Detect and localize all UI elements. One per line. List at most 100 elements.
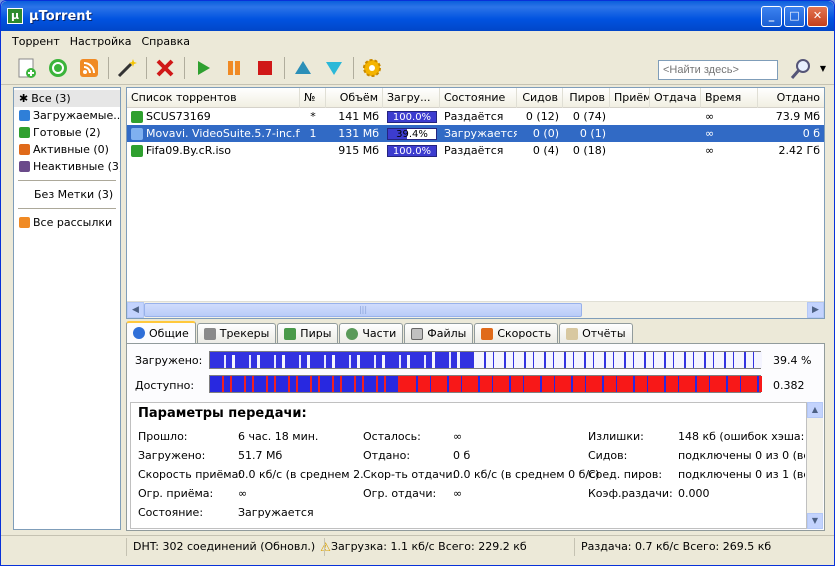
vertical-scrollbar[interactable]: ▲ ▼: [807, 402, 823, 529]
torrent-peers: 0 (1): [579, 127, 606, 140]
tab-general[interactable]: Общие: [126, 321, 196, 343]
sidebar-item-label: Неактивные (3): [33, 160, 120, 173]
param-label: Сидов:: [588, 449, 628, 462]
torrent-progress-cell: 39.4%: [383, 127, 440, 140]
tab-speed[interactable]: Скорость: [474, 323, 559, 343]
speed-icon: [481, 327, 494, 340]
column-header-number[interactable]: №: [300, 88, 326, 108]
upload-status[interactable]: Раздача: 0.7 кб/с Всего: 269.5 кб: [574, 537, 824, 556]
column-header-status[interactable]: Состояние: [440, 88, 517, 108]
add-url-icon: [49, 58, 67, 77]
move-up-button[interactable]: [291, 56, 315, 80]
menu-torrent[interactable]: Торрент: [7, 35, 65, 48]
scroll-right-button[interactable]: ▶: [807, 302, 824, 318]
column-header-progress[interactable]: Загру...: [383, 88, 440, 108]
add-rss-button[interactable]: [77, 56, 101, 80]
sidebar-item-active[interactable]: Активные (0): [14, 141, 120, 158]
column-header-peers[interactable]: Пиров: [563, 88, 610, 108]
menu-help[interactable]: Справка: [137, 35, 195, 48]
tab-pieces[interactable]: Части: [339, 323, 404, 343]
scroll-up-button[interactable]: ▲: [807, 402, 823, 418]
sidebar-divider: [18, 208, 116, 209]
param-value: 0.000: [678, 487, 710, 500]
maximize-button[interactable]: □: [784, 5, 805, 27]
pause-button[interactable]: [222, 56, 246, 80]
param-label: Прошло:: [138, 430, 188, 443]
tab-trackers[interactable]: Трекеры: [196, 323, 277, 343]
sidebar-item-downloading[interactable]: Загружаемые...: [14, 107, 120, 124]
torrent-size: 141 Мб: [338, 110, 379, 123]
files-icon: [411, 327, 424, 340]
scroll-down-button[interactable]: ▼: [807, 513, 823, 529]
search-dropdown-icon[interactable]: ▼: [820, 64, 826, 73]
param-label: Скорость приёма:: [138, 468, 243, 481]
param-label: Отдано:: [363, 449, 411, 462]
horizontal-scrollbar[interactable]: ◀ ||| ▶: [127, 301, 824, 318]
dht-status[interactable]: DHT: 302 соединений (Обновл.) ⚠: [126, 537, 331, 556]
search-icon: [790, 59, 810, 79]
column-header-uploaded[interactable]: Отдано: [758, 88, 824, 108]
inactive-icon: [19, 161, 30, 172]
detail-tabs: Общие Трекеры Пиры Части Файлы Скорость …: [126, 321, 634, 343]
param-value: ∞: [453, 430, 463, 443]
torrent-status: Раздаётся: [444, 144, 504, 157]
tab-label: Трекеры: [219, 327, 270, 340]
toolbar-separator: [284, 56, 285, 79]
param-label: Коэф.раздачи:: [588, 487, 673, 500]
add-torrent-icon: [18, 58, 36, 78]
start-button[interactable]: [191, 56, 215, 80]
sidebar-item-completed[interactable]: Готовые (2): [14, 124, 120, 141]
tab-files[interactable]: Файлы: [404, 323, 474, 343]
toolbar-separator: [108, 56, 109, 79]
torrent-row[interactable]: Fifa09.By.cR.iso 915 Мб 100.0% Раздаётся…: [127, 142, 824, 159]
column-header-seeds[interactable]: Сидов: [517, 88, 563, 108]
search-input[interactable]: [658, 60, 778, 80]
param-label: Скор-ть отдачи:: [363, 468, 457, 481]
tab-logger[interactable]: Отчёты: [559, 323, 633, 343]
sidebar-item-all-feeds[interactable]: Все рассылки: [14, 214, 120, 231]
magic-wand-icon: [117, 58, 137, 77]
move-down-button[interactable]: [322, 56, 346, 80]
tab-label: Отчёты: [582, 327, 626, 340]
param-value: подключены 0 из 0 (всего 0): [678, 449, 805, 462]
missing-pieces-region: [474, 352, 762, 368]
column-header-eta[interactable]: Время: [701, 88, 758, 108]
tab-label: Общие: [149, 326, 189, 340]
torrent-seeds: 0 (0): [532, 127, 559, 140]
search-button[interactable]: [788, 56, 814, 82]
torrent-seeds: 0 (4): [532, 144, 559, 157]
create-torrent-button[interactable]: [115, 56, 139, 80]
torrent-row[interactable]: SCUS73169 * 141 Мб 100.0% Раздаётся 0 (1…: [127, 108, 824, 125]
add-torrent-button[interactable]: [15, 56, 39, 80]
download-status[interactable]: Загрузка: 1.1 кб/с Всего: 229.2 кб: [324, 537, 574, 556]
scroll-left-button[interactable]: ◀: [127, 302, 144, 318]
menu-settings[interactable]: Настройка: [65, 35, 137, 48]
torrent-list-header: Список торрентов № Объём Загру... Состоя…: [127, 88, 824, 108]
column-header-size[interactable]: Объём: [326, 88, 383, 108]
torrent-row[interactable]: Movavi. VideoSuite.5.7-inc.fix 1 131 Мб …: [127, 125, 824, 142]
downloaded-pieces-bar: [209, 351, 762, 369]
params-title: Параметры передачи:: [138, 406, 307, 421]
torrent-peers: 0 (74): [572, 110, 606, 123]
scrollbar-thumb[interactable]: |||: [144, 303, 582, 317]
title-bar[interactable]: µ µTorrent _ □ ✕: [1, 1, 834, 31]
sidebar-item-label: Активные (0): [33, 143, 109, 156]
minimize-button[interactable]: _: [761, 5, 782, 27]
status-bar: DHT: 302 соединений (Обновл.) ⚠ Загрузка…: [1, 535, 834, 557]
close-button[interactable]: ✕: [807, 5, 828, 27]
column-header-name[interactable]: Список торрентов: [127, 88, 300, 108]
sidebar-item-no-label[interactable]: Без Метки (3): [14, 186, 120, 203]
add-url-button[interactable]: [46, 56, 70, 80]
sidebar-divider: [18, 180, 116, 181]
pause-icon: [228, 60, 240, 75]
completed-icon: [19, 127, 30, 138]
column-header-download-speed[interactable]: Приём: [610, 88, 650, 108]
tab-peers[interactable]: Пиры: [277, 323, 339, 343]
remove-button[interactable]: [153, 56, 177, 80]
sidebar-item-all[interactable]: ✱ Все (3): [14, 90, 120, 107]
stop-button[interactable]: [253, 56, 277, 80]
settings-button[interactable]: [360, 56, 384, 80]
column-header-upload-speed[interactable]: Отдача: [650, 88, 701, 108]
menu-bar: Торрент Настройка Справка: [1, 31, 834, 51]
sidebar-item-inactive[interactable]: Неактивные (3): [14, 158, 120, 175]
